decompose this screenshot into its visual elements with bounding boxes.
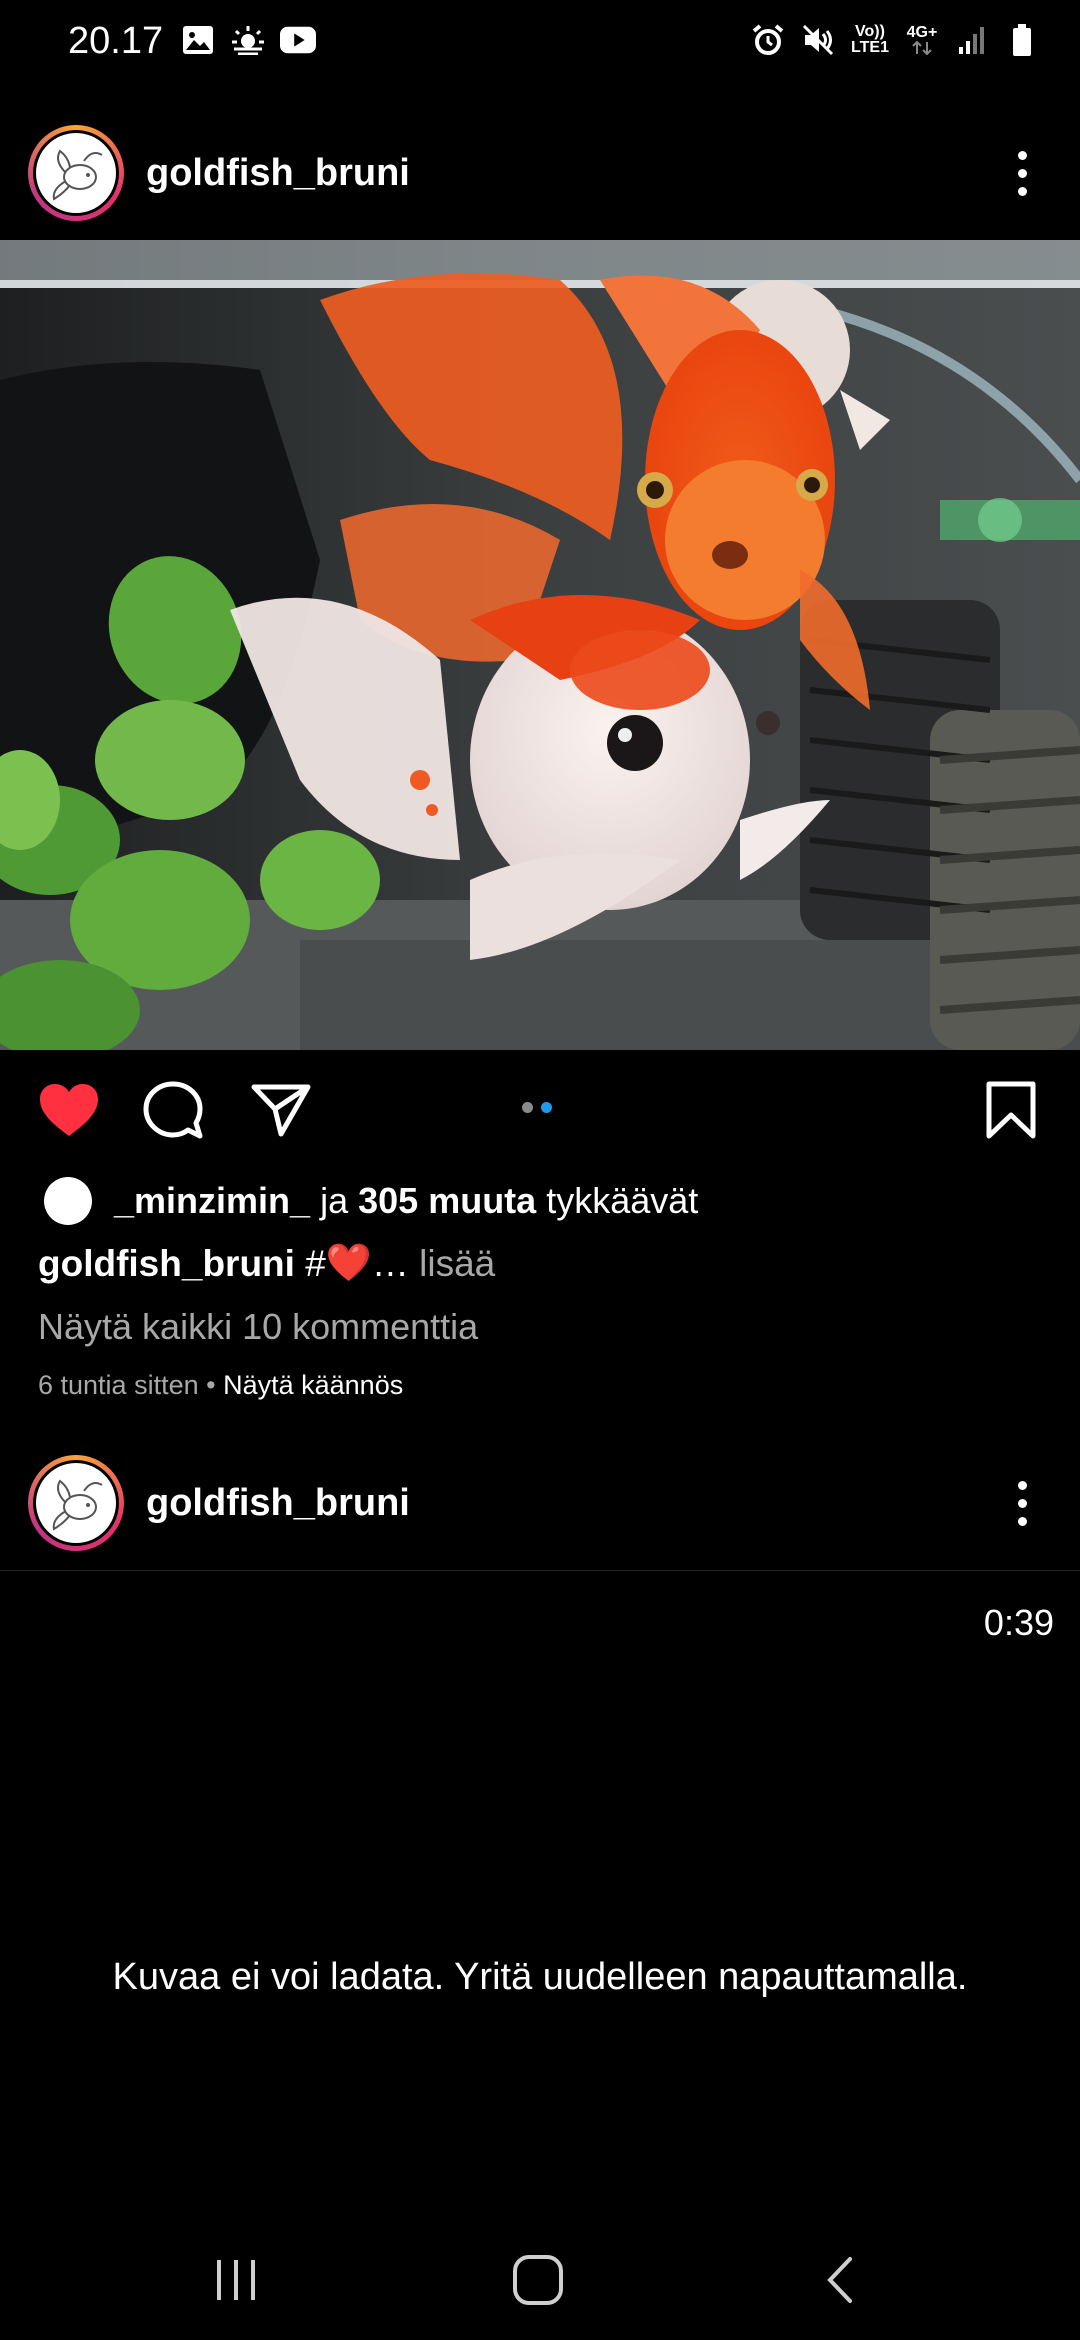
comment-icon (143, 1081, 203, 1139)
alarm-icon (750, 22, 786, 58)
liker-avatar (44, 1177, 92, 1225)
post-header: goldfish_bruni (0, 1443, 1080, 1563)
post-caption: goldfish_bruni # ❤️ … lisää (38, 1242, 495, 1285)
gallery-icon (180, 22, 216, 58)
home-icon (513, 2255, 563, 2305)
status-bar: 20.17 Vo)) LTE1 4G+ (0, 0, 1080, 84)
first-liker[interactable]: _minzimin_ (114, 1180, 310, 1222)
heart-emoji-icon: ❤️ (325, 1242, 372, 1283)
back-button[interactable] (800, 2250, 880, 2310)
recent-apps-button[interactable] (196, 2250, 276, 2310)
carousel-dot-active (541, 1102, 552, 1113)
bookmark-icon (986, 1081, 1036, 1139)
status-right-icons: Vo)) LTE1 4G+ (750, 22, 1040, 58)
network-4g-icon: 4G+ (904, 22, 940, 58)
view-all-comments-link[interactable]: Näytä kaikki 10 kommenttia (38, 1306, 478, 1348)
save-button[interactable] (978, 1080, 1044, 1140)
caption-username[interactable]: goldfish_bruni (38, 1243, 295, 1285)
goldfish-aquarium-image (0, 240, 1080, 1050)
carousel-dot (522, 1102, 533, 1113)
post-username[interactable]: goldfish_bruni (146, 1482, 410, 1525)
likes-suffix: tykkäävät (546, 1180, 699, 1221)
status-left-icons (180, 22, 316, 58)
post-meta: 6 tuntia sitten • Näytä käännös (38, 1370, 403, 1401)
lte-text: LTE1 (851, 39, 889, 56)
post-username[interactable]: goldfish_bruni (146, 152, 410, 195)
translate-link[interactable]: Näytä käännös (223, 1370, 403, 1400)
signal-icon (954, 22, 990, 58)
post-timestamp: 6 tuntia sitten (38, 1370, 199, 1400)
story-ring[interactable] (28, 1455, 124, 1551)
send-icon (251, 1084, 311, 1137)
divider (0, 1570, 1080, 1571)
media-load-error-message[interactable]: Kuvaa ei voi ladata. Yritä uudelleen nap… (0, 1956, 1080, 1999)
carousel-indicator (522, 1102, 552, 1113)
battery-icon (1004, 22, 1040, 58)
caption-hashtag[interactable]: # (305, 1243, 326, 1285)
network-text: 4G+ (906, 24, 938, 41)
mute-icon (800, 22, 836, 58)
more-options-button[interactable] (1004, 143, 1040, 203)
post-media-image[interactable] (0, 240, 1080, 1050)
heart-filled-icon (40, 1084, 98, 1136)
likes-summary[interactable]: _minzimin_ ja 305 muuta tykkäävät (44, 1176, 698, 1226)
story-ring[interactable] (28, 125, 124, 221)
avatar (36, 1463, 116, 1543)
system-navigation-bar (0, 2220, 1080, 2340)
likes-connector: ja (320, 1180, 349, 1221)
caption-more-link[interactable]: lisää (419, 1243, 495, 1285)
likes-count[interactable]: 305 muuta (358, 1180, 536, 1222)
volte-icon: Vo)) LTE1 (850, 22, 890, 58)
home-button[interactable] (498, 2250, 578, 2310)
comment-button[interactable] (140, 1080, 206, 1140)
status-time: 20.17 (68, 20, 164, 62)
back-icon (827, 2257, 852, 2303)
caption-ellipsis: … (371, 1242, 409, 1284)
video-duration: 0:39 (983, 1602, 1054, 1643)
avatar (36, 133, 116, 213)
youtube-icon (280, 22, 316, 58)
more-options-button[interactable] (1004, 1473, 1040, 1533)
weather-icon (230, 22, 266, 58)
recent-apps-icon (217, 2260, 255, 2300)
post-header: goldfish_bruni (0, 113, 1080, 233)
volte-text: Vo)) (855, 23, 885, 40)
instagram-feed-screen: 20.17 Vo)) LTE1 4G+ goldfish_bruni _minz… (0, 0, 1080, 2340)
like-button[interactable] (36, 1080, 102, 1140)
meta-separator: • (206, 1370, 216, 1400)
share-button[interactable] (248, 1080, 314, 1140)
